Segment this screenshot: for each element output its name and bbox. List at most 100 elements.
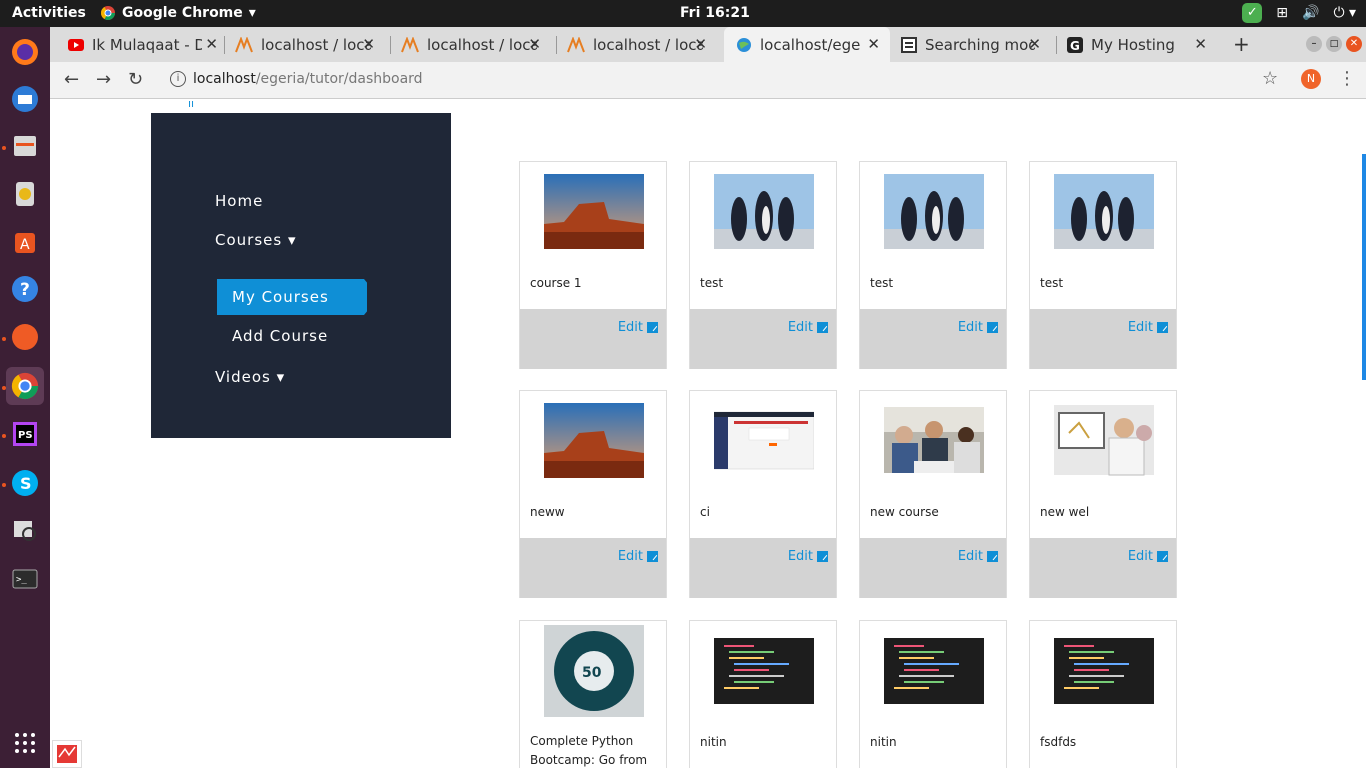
- image-viewer-icon[interactable]: [6, 511, 44, 549]
- course-title: fsdfds: [1040, 735, 1077, 749]
- edit-label: Edit: [957, 549, 983, 564]
- forward-arrow-icon[interactable]: →: [96, 69, 111, 90]
- course-title: test: [1040, 276, 1064, 290]
- course-card[interactable]: new wel Edit: [1029, 390, 1177, 598]
- show-applications-icon[interactable]: [6, 724, 44, 762]
- course-thumbnail-desert: [544, 403, 644, 478]
- edit-icon: [1157, 322, 1168, 333]
- close-icon[interactable]: ✕: [528, 35, 541, 53]
- sidebar-item-videos[interactable]: Videos ▾: [215, 368, 285, 386]
- tab-title: localhost / loca: [427, 35, 537, 54]
- firefox-icon[interactable]: [6, 33, 44, 71]
- profile-avatar[interactable]: N: [1301, 69, 1321, 89]
- menu-kebab-icon[interactable]: ⋮: [1338, 68, 1356, 89]
- edit-link[interactable]: Edit: [958, 549, 998, 564]
- course-card[interactable]: nitin: [689, 620, 837, 768]
- tab-my-hosting[interactable]: G My Hosting ✕: [1067, 27, 1217, 62]
- tab-ik-mulaqaat[interactable]: Ik Mulaqaat - D ✕: [68, 27, 228, 62]
- phpstorm-icon[interactable]: PS: [6, 415, 44, 453]
- card-footer: Edit: [690, 309, 836, 369]
- system-tray[interactable]: ✓ ⊞ 🔊 ⏻ ▾: [1242, 3, 1356, 23]
- tab-egeria-dashboard[interactable]: localhost/eger ✕: [724, 27, 890, 62]
- bookmark-star-icon[interactable]: ☆: [1262, 68, 1278, 89]
- course-title: new wel: [1040, 505, 1090, 519]
- svg-text:50: 50: [582, 665, 602, 681]
- google-icon: G: [1067, 36, 1083, 53]
- course-card[interactable]: ci Edit: [689, 390, 837, 598]
- close-icon[interactable]: ✕: [694, 35, 707, 53]
- close-icon[interactable]: ✕: [1194, 35, 1207, 53]
- course-card[interactable]: test Edit: [859, 161, 1007, 369]
- edit-link[interactable]: Edit: [618, 320, 658, 335]
- course-card[interactable]: test Edit: [689, 161, 837, 369]
- edit-link[interactable]: Edit: [788, 320, 828, 335]
- reload-icon[interactable]: ↻: [128, 69, 143, 90]
- terminal-icon[interactable]: >_: [6, 560, 44, 598]
- maximize-icon[interactable]: □: [1326, 36, 1342, 52]
- svg-text:?: ?: [20, 280, 30, 300]
- tab-title: Ik Mulaqaat - D: [92, 35, 202, 54]
- address-bar[interactable]: localhost/egeria/tutor/dashboard: [193, 71, 423, 87]
- tab-phpmyadmin-2[interactable]: localhost / loca ✕: [401, 27, 551, 62]
- thunderbird-icon[interactable]: [6, 80, 44, 118]
- edit-label: Edit: [957, 320, 983, 335]
- close-icon[interactable]: ✕: [362, 35, 375, 53]
- tab-title: Searching mod: [925, 35, 1035, 54]
- rhythmbox-icon[interactable]: [6, 175, 44, 213]
- close-icon[interactable]: ✕: [867, 35, 880, 53]
- edit-link[interactable]: Edit: [618, 549, 658, 564]
- skype-icon[interactable]: S: [6, 464, 44, 502]
- new-tab-icon[interactable]: +: [1233, 32, 1250, 56]
- svg-text:S: S: [20, 474, 32, 493]
- postman-icon[interactable]: [6, 318, 44, 356]
- close-icon[interactable]: ✕: [1028, 35, 1041, 53]
- course-card[interactable]: new course Edit: [859, 390, 1007, 598]
- sidebar-item-my-courses[interactable]: My Courses: [217, 279, 367, 315]
- phpmyadmin-icon: [401, 36, 419, 52]
- youtube-icon: [68, 38, 84, 51]
- tab-phpmyadmin-3[interactable]: localhost / loca ✕: [567, 27, 717, 62]
- edit-link[interactable]: Edit: [1128, 320, 1168, 335]
- chrome-dock-icon[interactable]: [6, 367, 44, 405]
- power-icon[interactable]: ⏻ ▾: [1333, 5, 1356, 21]
- sidebar-item-add-course[interactable]: Add Course: [232, 327, 328, 345]
- sidebar-nav: Home Courses ▾ My Courses Add Course Vid…: [151, 113, 451, 438]
- info-icon[interactable]: i: [170, 71, 186, 87]
- widget-corner[interactable]: [52, 740, 82, 768]
- course-card[interactable]: fsdfds: [1029, 620, 1177, 768]
- help-icon[interactable]: ?: [6, 270, 44, 308]
- course-card[interactable]: neww Edit: [519, 390, 667, 598]
- activities-button[interactable]: Activities: [12, 5, 86, 21]
- tab-phpmyadmin-1[interactable]: localhost / loca ✕: [235, 27, 385, 62]
- page-scrollbar[interactable]: [1362, 154, 1366, 380]
- update-check-icon[interactable]: ✓: [1242, 3, 1263, 23]
- back-arrow-icon[interactable]: ←: [64, 69, 79, 90]
- volume-icon[interactable]: 🔊: [1302, 5, 1319, 21]
- network-icon[interactable]: ⊞: [1276, 5, 1288, 21]
- widget-icon: [57, 745, 77, 763]
- course-title: neww: [530, 505, 565, 519]
- sidebar-item-home[interactable]: Home: [215, 192, 263, 210]
- sidebar-item-courses[interactable]: Courses ▾: [215, 231, 296, 249]
- files-icon[interactable]: [6, 127, 44, 165]
- window-close-icon[interactable]: ✕: [1346, 36, 1362, 52]
- clock[interactable]: Fri 16:21: [680, 5, 750, 21]
- edit-label: Edit: [787, 320, 813, 335]
- course-title: ci: [700, 505, 710, 519]
- course-card[interactable]: nitin: [859, 620, 1007, 768]
- minimize-icon[interactable]: –: [1306, 36, 1322, 52]
- app-menu[interactable]: Google Chrome ▾: [100, 5, 256, 21]
- course-thumbnail-penguins: [884, 174, 984, 249]
- edit-link[interactable]: Edit: [788, 549, 828, 564]
- svg-text:A: A: [20, 237, 30, 253]
- tab-searching[interactable]: Searching mod ✕: [901, 27, 1051, 62]
- edit-link[interactable]: Edit: [1128, 549, 1168, 564]
- course-card[interactable]: 50 Complete Python Bootcamp: Go from: [519, 620, 667, 768]
- edit-link[interactable]: Edit: [958, 320, 998, 335]
- course-card[interactable]: test Edit: [1029, 161, 1177, 369]
- close-icon[interactable]: ✕: [205, 35, 218, 53]
- edit-icon: [987, 551, 998, 562]
- course-card[interactable]: course 1 Edit: [519, 161, 667, 369]
- software-center-icon[interactable]: A: [6, 223, 44, 261]
- sidebar-item-label: My Courses: [232, 288, 329, 306]
